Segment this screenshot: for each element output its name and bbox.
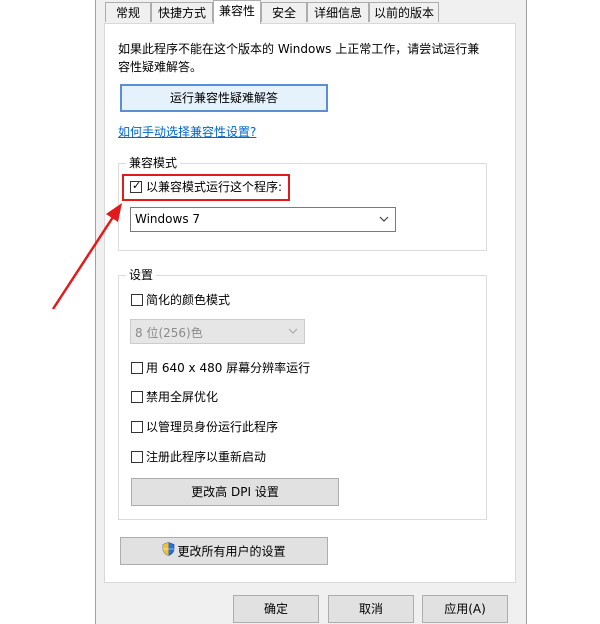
apply-button[interactable]: 应用(A) [422, 595, 508, 623]
chevron-down-icon [288, 326, 298, 337]
ok-button[interactable]: 确定 [233, 595, 319, 623]
register-restart-label[interactable]: 注册此程序以重新启动 [146, 449, 266, 465]
fullscreen-opt-label[interactable]: 禁用全屏优化 [146, 389, 218, 405]
os-version-select[interactable]: Windows 7 [130, 207, 396, 232]
intro-text-line1: 如果此程序不能在这个版本的 Windows 上正常工作，请尝试运行兼 [118, 42, 480, 56]
all-users-button-label: 更改所有用户的设置 [177, 544, 286, 559]
annotation-highlight-box [122, 174, 290, 201]
cancel-button[interactable]: 取消 [328, 595, 414, 623]
run-as-admin-checkbox[interactable] [131, 421, 143, 433]
register-restart-checkbox[interactable] [131, 451, 143, 463]
tab-general[interactable]: 常规 [105, 2, 151, 22]
run-as-admin-label[interactable]: 以管理员身份运行此程序 [146, 419, 278, 435]
run-troubleshooter-button[interactable]: 运行兼容性疑难解答 [120, 84, 328, 112]
reduced-color-checkbox[interactable] [131, 294, 143, 306]
tab-previous-versions[interactable]: 以前的版本 [369, 2, 439, 22]
manual-settings-link[interactable]: 如何手动选择兼容性设置? [118, 123, 256, 140]
color-mode-value: 8 位(256)色 [135, 326, 203, 340]
res-640-checkbox[interactable] [131, 362, 143, 374]
tab-shortcut[interactable]: 快捷方式 [151, 2, 213, 22]
change-dpi-button[interactable]: 更改高 DPI 设置 [131, 478, 339, 506]
tab-compatibility[interactable]: 兼容性 [213, 0, 261, 24]
compat-mode-group-title: 兼容模式 [126, 155, 181, 171]
tab-security[interactable]: 安全 [261, 2, 307, 22]
chevron-down-icon [379, 214, 389, 225]
os-version-value: Windows 7 [135, 212, 201, 226]
tab-details[interactable]: 详细信息 [307, 2, 369, 22]
shield-icon [162, 539, 175, 565]
res-640-label[interactable]: 用 640 x 480 屏幕分辨率运行 [146, 360, 310, 376]
all-users-settings-button[interactable]: 更改所有用户的设置 [120, 537, 328, 565]
reduced-color-label[interactable]: 简化的颜色模式 [146, 292, 230, 308]
intro-text-line2: 容性疑难解答。 [118, 60, 203, 74]
color-mode-select: 8 位(256)色 [130, 319, 305, 344]
settings-group-title: 设置 [126, 267, 157, 283]
fullscreen-opt-checkbox[interactable] [131, 391, 143, 403]
